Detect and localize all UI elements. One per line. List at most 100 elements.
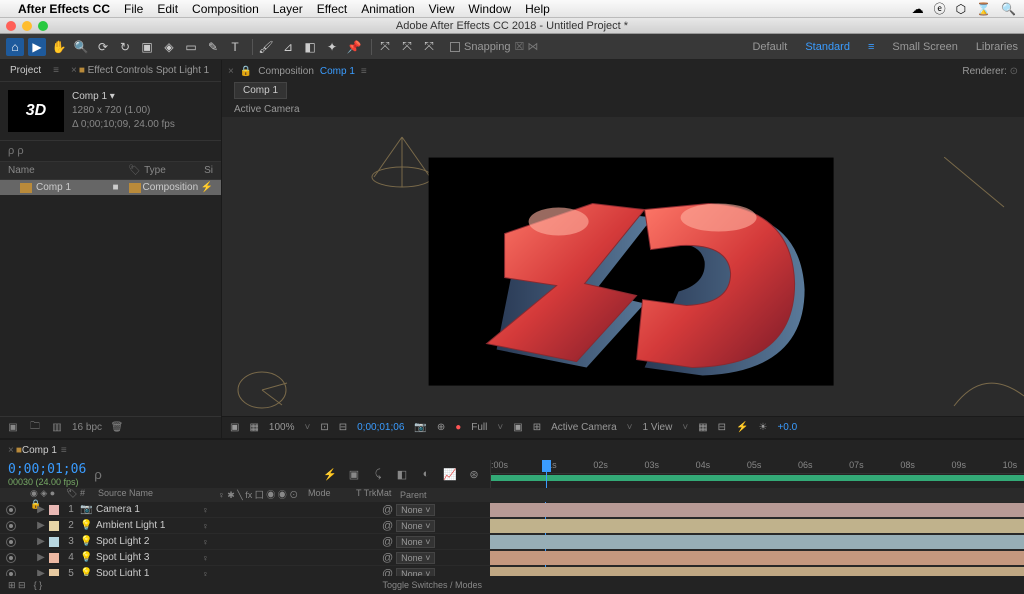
brain-icon[interactable]: ⊛ [466,466,482,482]
comp-mini-flowchart-icon[interactable]: ⚡ [322,466,338,482]
workspace-smallscreen[interactable]: Small Screen [892,41,957,53]
pickwhip-icon[interactable]: @ [382,552,393,564]
pickwhip-icon[interactable]: @ [382,568,393,577]
layer-row[interactable]: ▶4💡Spot Light 3♀@None ˅ [0,550,490,566]
twirl-icon[interactable]: ▶ [36,536,46,547]
layer-row[interactable]: ▶3💡Spot Light 2♀@None ˅ [0,534,490,550]
timeline-tab-comp1[interactable]: Comp 1 [22,445,57,456]
parent-dropdown[interactable]: None ˅ [396,552,435,564]
roi-icon[interactable]: ▣ [513,422,522,433]
twirl-icon[interactable]: ▶ [36,504,46,515]
layer-name[interactable]: Spot Light 1 [96,568,149,576]
frame-blend-icon[interactable]: ◧ [394,466,410,482]
breadcrumb-comp[interactable]: Comp 1 [234,82,287,99]
show-snapshot-icon[interactable]: ⊕ [437,422,445,433]
close-icon[interactable]: × [228,66,234,77]
twirl-icon[interactable]: ▶ [36,552,46,563]
layer-switches[interactable]: ♀ [200,505,290,515]
fast-preview-icon[interactable]: ▦ [698,422,707,433]
layer-color-swatch[interactable] [49,537,59,547]
world-axis-icon[interactable]: ⤧ [398,38,416,56]
parent-dropdown[interactable]: None ˅ [396,568,435,577]
toggle-view-icon[interactable]: ⊞ ⊟ [8,580,26,591]
project-item-comp1[interactable]: Comp 1 ■ Composition ⚡ [0,180,221,195]
parent-dropdown[interactable]: None ˅ [396,504,435,516]
app-menu[interactable]: After Effects CC [18,2,110,16]
puppet-tool[interactable]: 📌 [345,38,363,56]
close-icon[interactable]: × [8,445,14,456]
tab-effect-controls[interactable]: ×■ Effect Controls Spot Light 1 [67,63,213,78]
layer-color-swatch[interactable] [49,505,59,515]
hourglass-icon[interactable]: ⌛ [976,2,991,16]
composition-viewport[interactable] [222,117,1024,416]
toggle-switches-modes[interactable]: Toggle Switches / Modes [382,580,482,590]
graph-editor-icon[interactable]: 📈 [442,466,458,482]
layer-color-swatch[interactable] [49,553,59,563]
grid-icon[interactable]: ⊞ [533,422,541,433]
project-column-header[interactable]: Name 🏷 Type Si [0,162,221,180]
pickwhip-icon[interactable]: @ [382,520,393,532]
layer-track[interactable] [490,518,1024,534]
pen-tool[interactable]: ✎ [204,38,222,56]
pickwhip-icon[interactable]: @ [382,504,393,516]
current-timecode[interactable]: 0;00;01;06 [8,462,86,477]
region-icon[interactable]: ▣ [230,422,239,433]
selection-tool[interactable]: ▶ [28,38,46,56]
layer-track[interactable] [490,534,1024,550]
layer-switches[interactable]: ♀ [200,521,290,531]
view-axis-icon[interactable]: ⤧ [420,38,438,56]
layer-color-swatch[interactable] [49,569,59,577]
flowchart-icon[interactable]: ⚡ [201,182,213,193]
hide-shy-icon[interactable]: ⤹ [370,466,386,482]
visibility-toggle[interactable] [6,521,16,531]
menu-view[interactable]: View [429,2,455,16]
zoom-window-button[interactable] [38,21,48,31]
view-menu-dropdown[interactable]: Active Camera [551,422,617,433]
reset-exposure-icon[interactable]: ☀ [758,422,767,433]
circle-e-icon[interactable]: ⓔ [934,0,946,17]
menu-help[interactable]: Help [525,2,550,16]
local-axis-icon[interactable]: ⤧ [376,38,394,56]
timeline-ruler[interactable]: :00s01s02s03s04s05s06s07s08s09s10s [490,460,1024,488]
layer-track[interactable] [490,550,1024,566]
channel-red-icon[interactable]: ● [455,422,461,433]
brush-tool[interactable]: 🖌 [257,38,275,56]
zoom-tool[interactable]: 🔍 [72,38,90,56]
minimize-window-button[interactable] [22,21,32,31]
rotation-tool[interactable]: ↻ [116,38,134,56]
motion-blur-icon[interactable]: ◐ [418,466,434,482]
orbit-tool[interactable]: ⟳ [94,38,112,56]
menu-file[interactable]: File [124,2,143,16]
visibility-toggle[interactable] [6,569,16,577]
layer-switches[interactable]: ♀ [200,569,290,577]
workspace-menu-icon[interactable]: ≡ [868,41,874,53]
clone-tool[interactable]: ⊿ [279,38,297,56]
transparency-grid-icon[interactable]: ▦ [249,422,258,433]
new-comp-icon[interactable]: ▥ [50,421,64,435]
menu-effect[interactable]: Effect [317,2,347,16]
delete-icon[interactable]: 🗑 [110,421,124,435]
menu-animation[interactable]: Animation [361,2,414,16]
layer-row[interactable]: ▶1📷Camera 1♀@None ˅ [0,502,490,518]
comp-name-link[interactable]: Comp 1 [320,66,355,77]
visibility-toggle[interactable] [6,537,16,547]
search-icon[interactable]: 🔍 [1001,2,1016,16]
layer-color-swatch[interactable] [49,521,59,531]
project-search-input[interactable] [17,145,157,157]
home-tool[interactable]: ⌂ [6,38,24,56]
num-views-dropdown[interactable]: 1 View [643,422,673,433]
interpret-footage-icon[interactable]: ▣ [6,421,20,435]
snapping-toggle[interactable]: Snapping☒ ⋈ [450,40,538,53]
layer-name[interactable]: Camera 1 [96,504,140,515]
timeline-icon[interactable]: ⊟ [718,422,726,433]
bit-depth-toggle[interactable]: 16 bpc [72,422,102,433]
layer-row[interactable]: ▶2💡Ambient Light 1♀@None ˅ [0,518,490,534]
playhead[interactable] [546,460,547,488]
dropbox-icon[interactable]: ⬡ [956,2,966,16]
eraser-tool[interactable]: ◧ [301,38,319,56]
roto-tool[interactable]: ✦ [323,38,341,56]
draft-3d-icon[interactable]: ▣ [346,466,362,482]
exposure-value[interactable]: +0.0 [777,422,797,433]
layer-switches[interactable]: ♀ [200,553,290,563]
layer-name[interactable]: Spot Light 3 [96,552,149,563]
